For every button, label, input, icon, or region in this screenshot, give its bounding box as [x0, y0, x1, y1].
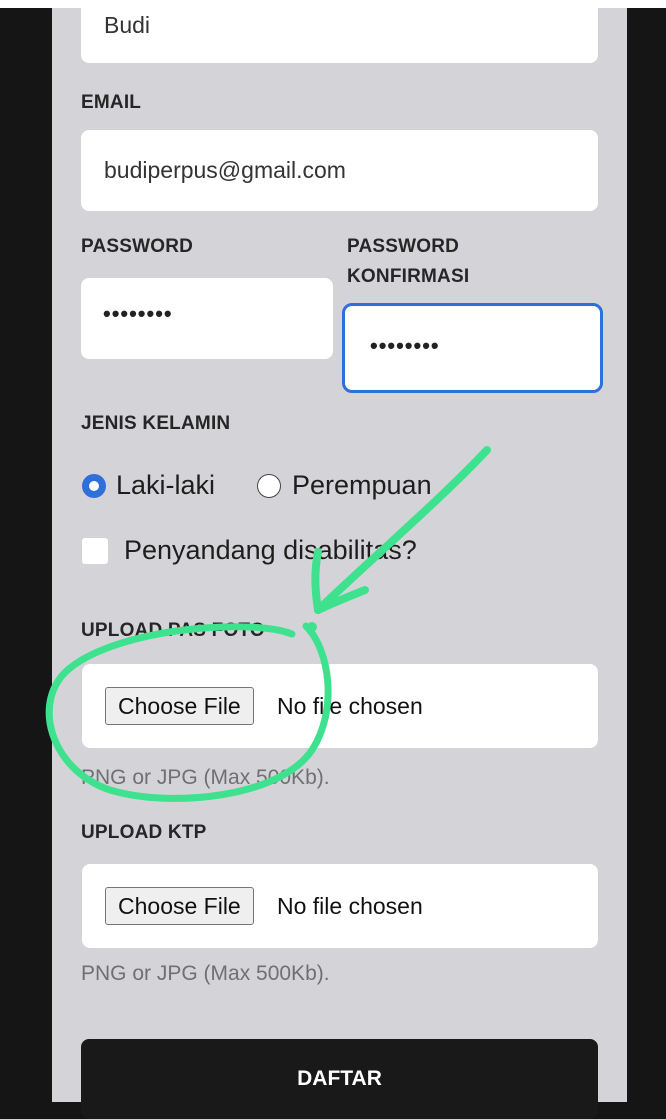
disability-checkbox[interactable]	[82, 538, 108, 564]
password-field[interactable]: ••••••••	[81, 278, 333, 359]
password-confirm-label-line1: PASSWORD	[347, 236, 460, 257]
password-confirm-label-line2: KONFIRMASI	[347, 266, 470, 287]
email-label: EMAIL	[81, 92, 142, 113]
photo-upload-label: UPLOAD PAS FOTO	[81, 620, 265, 641]
gender-option-laki-laki[interactable]: Laki-laki	[116, 470, 215, 501]
gender-radio-perempuan[interactable]	[257, 474, 281, 498]
password-label: PASSWORD	[81, 236, 194, 257]
ktp-choose-file-button[interactable]: Choose File	[105, 887, 254, 925]
name-field[interactable]: Budi	[81, 0, 598, 63]
email-field[interactable]: budiperpus@gmail.com	[81, 130, 598, 211]
submit-button[interactable]: DAFTAR	[81, 1039, 598, 1119]
gender-label: JENIS KELAMIN	[81, 413, 231, 434]
gender-radio-laki-laki[interactable]	[82, 474, 106, 498]
email-field-value: budiperpus@gmail.com	[104, 157, 346, 183]
password-confirm-field[interactable]: ••••••••	[342, 303, 603, 393]
disability-label[interactable]: Penyandang disabilitas?	[124, 535, 417, 566]
ktp-upload-field[interactable]: Choose File No file chosen	[82, 864, 598, 948]
ktp-upload-hint: PNG or JPG (Max 500Kb).	[81, 962, 330, 985]
ktp-file-status: No file chosen	[277, 893, 423, 919]
gender-option-perempuan[interactable]: Perempuan	[292, 470, 432, 501]
password-confirm-field-value: ••••••••	[370, 333, 440, 358]
photo-choose-file-button[interactable]: Choose File	[105, 687, 254, 725]
password-field-value: ••••••••	[103, 301, 173, 326]
name-field-value: Budi	[104, 12, 151, 38]
photo-upload-field[interactable]: Choose File No file chosen	[82, 664, 598, 748]
ktp-upload-label: UPLOAD KTP	[81, 822, 207, 843]
photo-file-status: No file chosen	[277, 693, 423, 719]
photo-upload-hint: PNG or JPG (Max 500Kb).	[81, 766, 330, 789]
